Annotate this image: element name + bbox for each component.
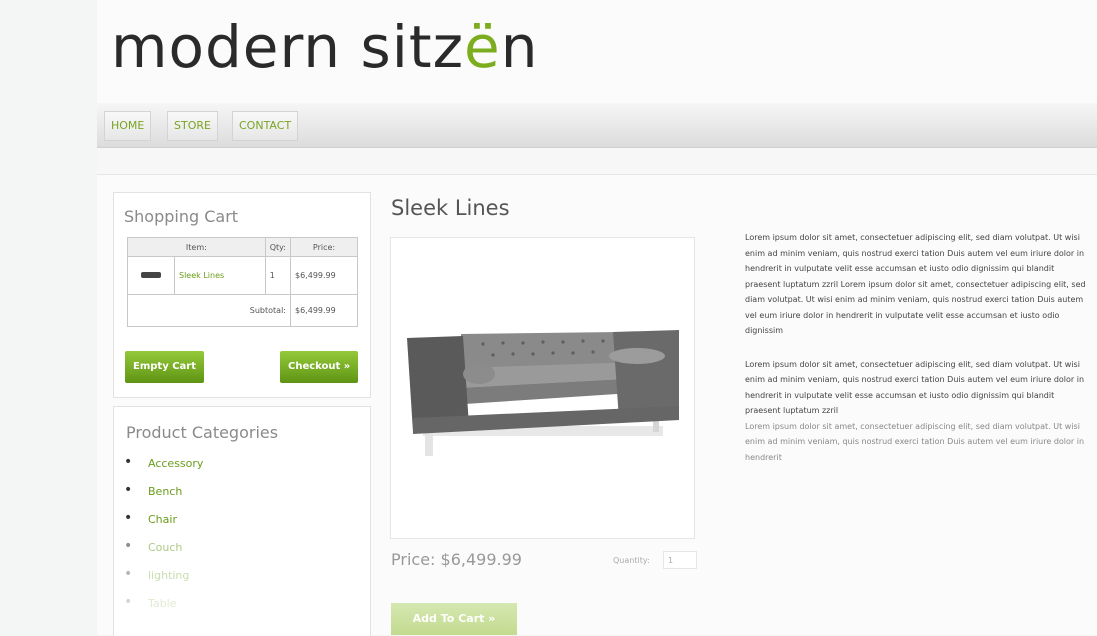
site-logo[interactable]: modern sitzën bbox=[111, 12, 538, 82]
cart-subtotal-value: $6,499.99 bbox=[290, 294, 358, 327]
cart-item-qty: 1 bbox=[264, 256, 292, 295]
product-categories-box: Product Categories Accessory Bench Chair… bbox=[113, 406, 371, 636]
shopping-cart-title: Shopping Cart bbox=[124, 207, 239, 226]
nav-bar: HOME STORE CONTACT bbox=[97, 103, 1097, 148]
quantity-input[interactable]: 1 bbox=[663, 551, 697, 569]
description-paragraph-3: Lorem ipsum dolor sit amet, consectetuer… bbox=[745, 421, 1085, 462]
shopping-cart-box: Shopping Cart Item: Qty: Price: Sleek Li… bbox=[113, 192, 371, 398]
logo-text-1: modern sitz bbox=[111, 13, 465, 81]
cart-table: Item: Qty: Price: Sleek Lines 1 $6,499.9… bbox=[127, 237, 358, 327]
category-item[interactable]: Table bbox=[124, 594, 203, 625]
add-to-cart-button[interactable]: Add To Cart » bbox=[391, 603, 517, 635]
cart-item-name[interactable]: Sleek Lines bbox=[174, 256, 266, 295]
cart-item-thumb bbox=[127, 256, 175, 295]
category-item[interactable]: Bench bbox=[124, 482, 203, 513]
cart-subtotal-label: Subtotal: bbox=[127, 294, 291, 327]
cart-item-row: Sleek Lines 1 $6,499.99 bbox=[127, 256, 358, 295]
logo-accent: ë bbox=[464, 13, 501, 81]
category-item[interactable]: Couch bbox=[124, 538, 203, 569]
logo-text-2: n bbox=[500, 13, 539, 81]
product-categories-title: Product Categories bbox=[126, 423, 279, 442]
page: modern sitzën HOME STORE CONTACT Shoppin… bbox=[97, 0, 1097, 636]
description-paragraph-1: Lorem ipsum dolor sit amet, consectetuer… bbox=[745, 233, 1086, 335]
description-paragraph-2: Lorem ipsum dolor sit amet, consectetuer… bbox=[745, 359, 1085, 416]
product-price: Price: $6,499.99 bbox=[391, 550, 522, 569]
product-title: Sleek Lines bbox=[391, 196, 510, 220]
nav-store[interactable]: STORE bbox=[167, 111, 218, 141]
cart-header-row: Item: Qty: Price: bbox=[127, 237, 358, 257]
cart-header-item: Item: bbox=[127, 237, 266, 257]
empty-cart-button[interactable]: Empty Cart bbox=[125, 351, 204, 383]
cart-header-qty: Qty: bbox=[264, 237, 292, 257]
product-image bbox=[390, 237, 695, 539]
category-list: Accessory Bench Chair Couch lighting Tab… bbox=[124, 454, 203, 625]
nav-home[interactable]: HOME bbox=[104, 111, 152, 141]
nav-contact[interactable]: CONTACT bbox=[232, 111, 299, 141]
cart-header-price: Price: bbox=[290, 237, 358, 257]
category-item[interactable]: lighting bbox=[124, 566, 203, 597]
quantity-label: Quantity: bbox=[613, 556, 650, 565]
product-description: Lorem ipsum dolor sit amet, consectetuer… bbox=[745, 230, 1090, 465]
sofa-thumbnail-icon bbox=[141, 272, 161, 278]
cart-subtotal-row: Subtotal: $6,499.99 bbox=[127, 294, 358, 327]
sub-bar bbox=[97, 148, 1097, 175]
category-item[interactable]: Accessory bbox=[124, 454, 203, 485]
sofa-image-icon bbox=[407, 330, 679, 456]
cart-item-price: $6,499.99 bbox=[290, 256, 358, 295]
checkout-button[interactable]: Checkout » bbox=[280, 351, 359, 383]
category-item[interactable]: Chair bbox=[124, 510, 203, 541]
